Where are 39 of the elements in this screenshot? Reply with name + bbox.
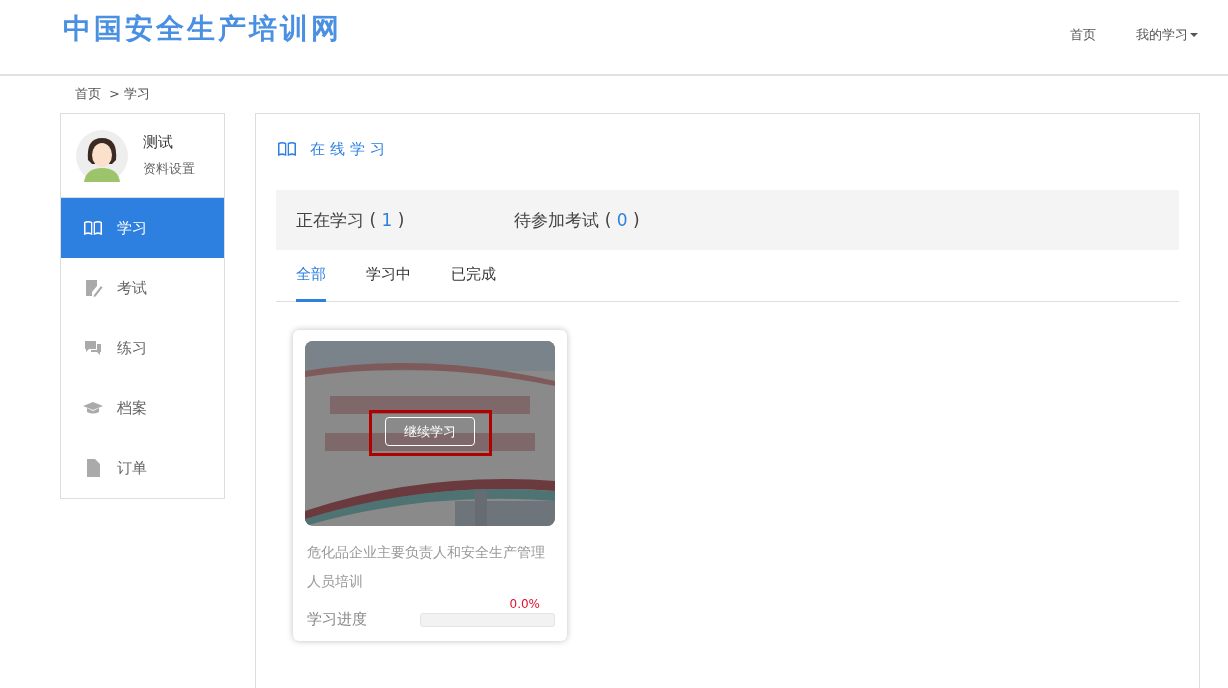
sidebar-item[interactable]: 考试 <box>61 258 224 318</box>
breadcrumb-item: > 学习 <box>109 85 151 103</box>
nav-link[interactable]: 首页 <box>1070 26 1096 44</box>
tab-count: 1 <box>381 209 393 230</box>
filter-tab[interactable]: 学习中 <box>366 250 411 302</box>
section-title: 在线学习 <box>310 139 390 159</box>
profile-settings-link[interactable]: 资料设置 <box>143 160 195 178</box>
book-icon <box>83 218 103 238</box>
progress-label: 学习进度 <box>307 610 367 629</box>
tab[interactable]: 正在学习 ( 1 ) <box>296 208 405 232</box>
sidebar-item[interactable]: 档案 <box>61 378 224 438</box>
breadcrumb-item[interactable]: 首页 <box>75 85 101 104</box>
nav-link[interactable]: 我的学习 <box>1136 26 1198 44</box>
sidebar-label: 订单 <box>117 458 147 478</box>
book-icon <box>276 139 298 159</box>
tab-label: 正在学习 ( <box>296 209 377 230</box>
nav-label: 我的学习 <box>1136 26 1188 44</box>
edit-icon <box>83 278 103 298</box>
filter-tab[interactable]: 全部 <box>296 250 326 302</box>
sidebar-label: 学习 <box>117 218 147 238</box>
continue-button[interactable]: 继续学习 <box>385 417 475 446</box>
tab-count: 0 <box>616 209 628 230</box>
sidebar-item[interactable]: 练习 <box>61 318 224 378</box>
course-card[interactable]: 继续学习 危化品企业主要负责人和安全生产管理人员培训 学习进度 0.0% <box>293 330 567 641</box>
sidebar-label: 考试 <box>117 278 147 298</box>
tab[interactable]: 待参加考试 ( 0 ) <box>514 208 640 232</box>
tab-label: 待参加考试 ( <box>514 209 612 230</box>
avatar-icon <box>76 129 128 182</box>
tab-label: ) <box>397 209 405 230</box>
user-name: 测试 <box>143 133 174 152</box>
course-title: 危化品企业主要负责人和安全生产管理人员培训 <box>306 543 546 591</box>
sidebar-item[interactable]: 学习 <box>61 198 224 258</box>
site-logo[interactable]: 中国安全生产培训网 <box>63 10 342 48</box>
tab-label: ) <box>633 209 640 230</box>
sidebar-label: 档案 <box>117 398 147 418</box>
sidebar-label: 练习 <box>117 338 147 358</box>
sidebar-item[interactable]: 订单 <box>61 438 224 498</box>
progress-percent: 0.0% <box>509 597 540 611</box>
filter-tab[interactable]: 已完成 <box>451 250 496 302</box>
